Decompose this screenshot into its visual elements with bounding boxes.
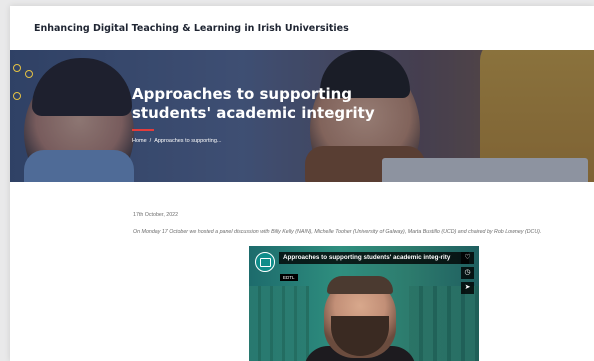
speaker-hair (327, 276, 393, 294)
channel-logo-icon[interactable] (255, 252, 275, 272)
decor-ring-icon (13, 64, 21, 72)
video-background (409, 286, 479, 361)
site-header: Enhancing Digital Teaching & Learning in… (10, 6, 594, 50)
decor-ring-icon (13, 92, 21, 100)
breadcrumb: Home / Approaches to supporting... (132, 138, 422, 144)
clock-icon[interactable]: ◷ (461, 267, 474, 279)
video-background (249, 286, 309, 361)
hero-text: Approaches to supporting students' acade… (132, 85, 422, 144)
breadcrumb-current: Approaches to supporting... (154, 138, 222, 144)
page-title: Approaches to supporting students' acade… (132, 85, 375, 122)
video-badge: EDTL (280, 274, 298, 281)
logo-glyph (260, 258, 271, 267)
video-player[interactable]: Approaches to supporting students' acade… (249, 246, 479, 361)
page: Enhancing Digital Teaching & Learning in… (10, 6, 594, 361)
video-title[interactable]: Approaches to supporting students' acade… (279, 252, 469, 264)
post-intro: On Monday 17 October we hosted a panel d… (133, 229, 542, 235)
site-title-link[interactable]: Enhancing Digital Teaching & Learning in… (34, 23, 349, 34)
decor-ring-icon (25, 70, 33, 78)
breadcrumb-separator: / (149, 138, 152, 144)
breadcrumb-home-link[interactable]: Home (132, 138, 147, 144)
post-date: 17th October, 2022 (133, 212, 179, 218)
hero-banner: Approaches to supporting students' acade… (10, 50, 594, 182)
heart-icon[interactable]: ♡ (461, 252, 474, 264)
share-icon[interactable]: ➤ (461, 282, 474, 294)
title-underline (132, 129, 154, 131)
